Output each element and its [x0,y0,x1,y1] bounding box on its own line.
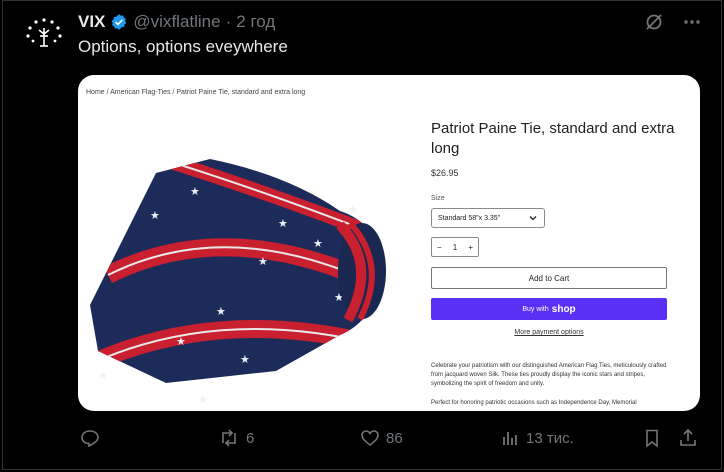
like-count: 86 [386,429,403,447]
repost-icon [222,429,236,447]
add-to-cart-button[interactable]: Add to Cart [431,267,667,289]
more-payment-options-link[interactable]: More payment options [431,329,667,336]
size-label: Size [431,195,445,202]
svg-text:★: ★ [240,353,250,366]
svg-text:★: ★ [176,335,186,348]
repost-count: 6 [246,429,255,447]
svg-text:★: ★ [216,305,226,318]
svg-text:★: ★ [198,393,208,406]
display-name[interactable]: VIX [78,12,105,32]
chevron-down-icon [529,216,537,221]
size-select-value: Standard 58"x 3.35" [438,214,501,222]
like-button[interactable]: 86 [360,428,403,448]
more-icon[interactable] [682,12,702,32]
breadcrumb: Home / American Flag-Ties / Patriot Pain… [86,89,306,96]
like-icon [361,430,379,447]
qty-plus-button[interactable]: + [468,243,473,252]
post-header: VIX @vixflatline · 2 год [78,11,275,33]
avatar[interactable] [20,12,68,60]
svg-text:★: ★ [348,203,358,216]
quantity-stepper[interactable]: − 1 + [431,237,479,257]
post-actions: 6 86 13 тис. [78,428,700,450]
bookmark-icon [646,429,658,448]
avatar-logo-icon [26,18,62,47]
qty-minus-button[interactable]: − [437,243,442,252]
svg-text:★: ★ [98,369,108,382]
media-card[interactable]: Home / American Flag-Ties / Patriot Pain… [78,75,700,411]
svg-text:★: ★ [313,237,323,250]
reply-icon [81,430,99,448]
buy-with-label: Buy with [522,305,549,313]
views-button[interactable]: 13 тис. [500,428,574,448]
verified-badge-icon [110,13,128,31]
timestamp[interactable]: 2 год [236,12,275,32]
product-price: $26.95 [431,168,459,178]
bookmark-button[interactable] [642,428,662,448]
views-icon [503,432,517,445]
product-description-2: Perfect for honoring patriotic occasions… [431,400,637,406]
tie-image: ★★★ ★★★ ★★★ ★★★ [90,159,386,406]
product-description: Celebrate your patriotism with our disti… [431,363,667,387]
share-button[interactable] [678,428,698,448]
svg-text:★: ★ [190,185,200,198]
post-text: Options, options eveywhere [78,37,288,56]
buy-with-shop-button[interactable]: Buy with shop [431,298,667,320]
size-select[interactable]: Standard 58"x 3.35" [431,208,545,228]
reply-button[interactable] [80,428,100,448]
views-count: 13 тис. [526,429,574,447]
svg-text:★: ★ [150,209,160,222]
post-top-icons [644,12,702,32]
grok-icon[interactable] [644,12,664,32]
svg-text:★: ★ [258,255,268,268]
shop-brand: shop [551,303,576,315]
handle[interactable]: @vixflatline [133,12,220,32]
product-title: Patriot Paine Tie, standard and extra lo… [431,120,675,157]
separator: · [225,12,232,31]
svg-text:★: ★ [278,217,288,230]
repost-button[interactable]: 6 [218,428,254,448]
share-icon [680,428,696,446]
qty-value: 1 [452,242,458,252]
